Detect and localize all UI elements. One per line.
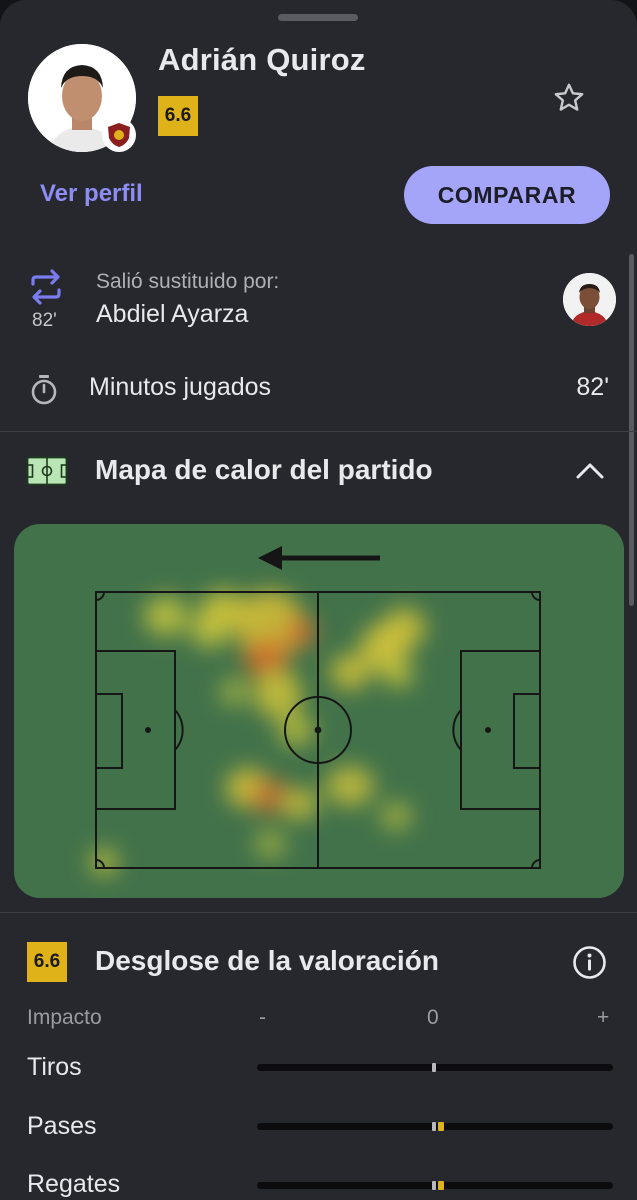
compare-button[interactable]: COMPARAR — [404, 166, 610, 224]
player-stats-sheet: Adrián Quiroz 6.6 Ver perfil COMPARAR 82… — [0, 0, 637, 1200]
heatmap-heat-layer — [90, 590, 426, 876]
heatmap-card — [14, 524, 624, 898]
substitute-player-name[interactable]: Abdiel Ayarza — [96, 300, 248, 329]
impact-scale-minus: - — [259, 1006, 266, 1029]
breakdown-title: Desglose de la valoración — [95, 945, 439, 976]
player-name: Adrián Quiroz — [158, 42, 366, 77]
chevron-up-icon[interactable] — [573, 455, 607, 485]
stat-label-dribbles: Regates — [27, 1170, 121, 1198]
view-profile-link[interactable]: Ver perfil — [40, 180, 143, 208]
heatmap-title: Mapa de calor del partido — [95, 454, 433, 485]
scrollbar[interactable] — [629, 254, 634, 606]
substitution-minute: 82' — [32, 310, 57, 331]
divider — [0, 912, 637, 913]
impact-value-marker-passes — [438, 1122, 444, 1131]
stat-label-passes: Pases — [27, 1112, 97, 1140]
info-icon[interactable] — [572, 945, 607, 980]
heatmap-pitch — [90, 546, 541, 876]
substitute-avatar[interactable] — [563, 273, 616, 326]
minutes-played-label: Minutos jugados — [89, 373, 272, 401]
club-badge-icon — [102, 118, 136, 152]
pitch-icon — [26, 456, 68, 486]
divider — [0, 431, 637, 432]
impact-zero-marker — [432, 1063, 436, 1072]
minutes-played-value: 82' — [576, 373, 609, 401]
impact-zero-marker — [432, 1181, 436, 1190]
stat-label-shots: Tiros — [27, 1053, 82, 1081]
substitution-label: Salió sustituido por: — [96, 270, 280, 293]
drag-handle[interactable] — [278, 14, 358, 21]
impact-scale-plus: + — [597, 1006, 610, 1029]
substitution-icon — [27, 268, 65, 306]
impact-zero-marker — [432, 1122, 436, 1131]
player-rating-badge: 6.6 — [158, 96, 198, 136]
favorite-star-icon[interactable] — [551, 80, 587, 116]
attack-direction-arrow-icon — [258, 546, 380, 570]
impact-value-marker-dribbles — [438, 1181, 444, 1190]
impact-label: Impacto — [27, 1006, 102, 1029]
impact-scale-zero: 0 — [427, 1006, 439, 1029]
breakdown-rating-badge: 6.6 — [27, 942, 67, 982]
stopwatch-icon — [29, 374, 59, 406]
